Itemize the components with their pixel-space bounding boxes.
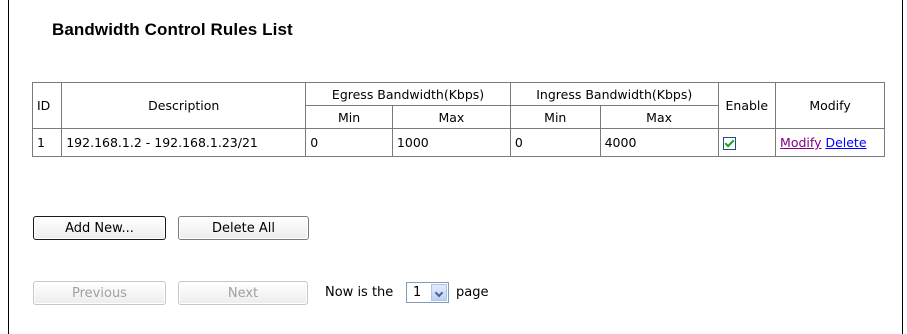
delete-link[interactable]: Delete xyxy=(825,135,866,150)
table-row: 1 192.168.1.2 - 192.168.1.23/21 0 1000 0… xyxy=(31,128,885,157)
header-enable: Enable xyxy=(717,82,777,129)
header-ingress: Ingress Bandwidth(Kbps) xyxy=(509,82,719,106)
header-ingress-max: Max xyxy=(599,105,719,129)
modify-link[interactable]: Modify xyxy=(780,135,821,150)
page-title: Bandwidth Control Rules List xyxy=(52,20,293,39)
cell-egress-min: 0 xyxy=(305,128,393,157)
add-new-button[interactable]: Add New... xyxy=(33,216,166,240)
header-description: Description xyxy=(61,82,307,129)
rules-table: ID Description Egress Bandwidth(Kbps) In… xyxy=(31,82,885,157)
header-ingress-min: Min xyxy=(509,105,601,129)
enable-checkbox[interactable] xyxy=(722,137,736,150)
cell-ingress-max: 4000 xyxy=(599,128,719,157)
cell-ingress-min: 0 xyxy=(509,128,601,157)
pager-suffix: page xyxy=(456,285,489,300)
page-select-value: 1 xyxy=(413,285,422,300)
cell-id: 1 xyxy=(31,128,63,157)
header-id: ID xyxy=(31,82,63,129)
delete-all-button[interactable]: Delete All xyxy=(178,216,309,240)
next-button[interactable]: Next xyxy=(178,281,308,305)
header-egress: Egress Bandwidth(Kbps) xyxy=(305,82,511,106)
header-egress-max: Max xyxy=(391,105,511,129)
header-egress-min: Min xyxy=(305,105,393,129)
page-select[interactable]: 1 xyxy=(406,282,449,303)
pager-prefix: Now is the xyxy=(325,285,394,300)
previous-button[interactable]: Previous xyxy=(33,281,166,305)
cell-description: 192.168.1.2 - 192.168.1.23/21 xyxy=(61,128,307,157)
cell-enable xyxy=(717,128,777,157)
cell-modify: Modify Delete xyxy=(775,128,885,157)
chevron-down-icon[interactable] xyxy=(431,284,447,301)
cell-egress-max: 1000 xyxy=(391,128,511,157)
header-modify: Modify xyxy=(775,82,885,129)
